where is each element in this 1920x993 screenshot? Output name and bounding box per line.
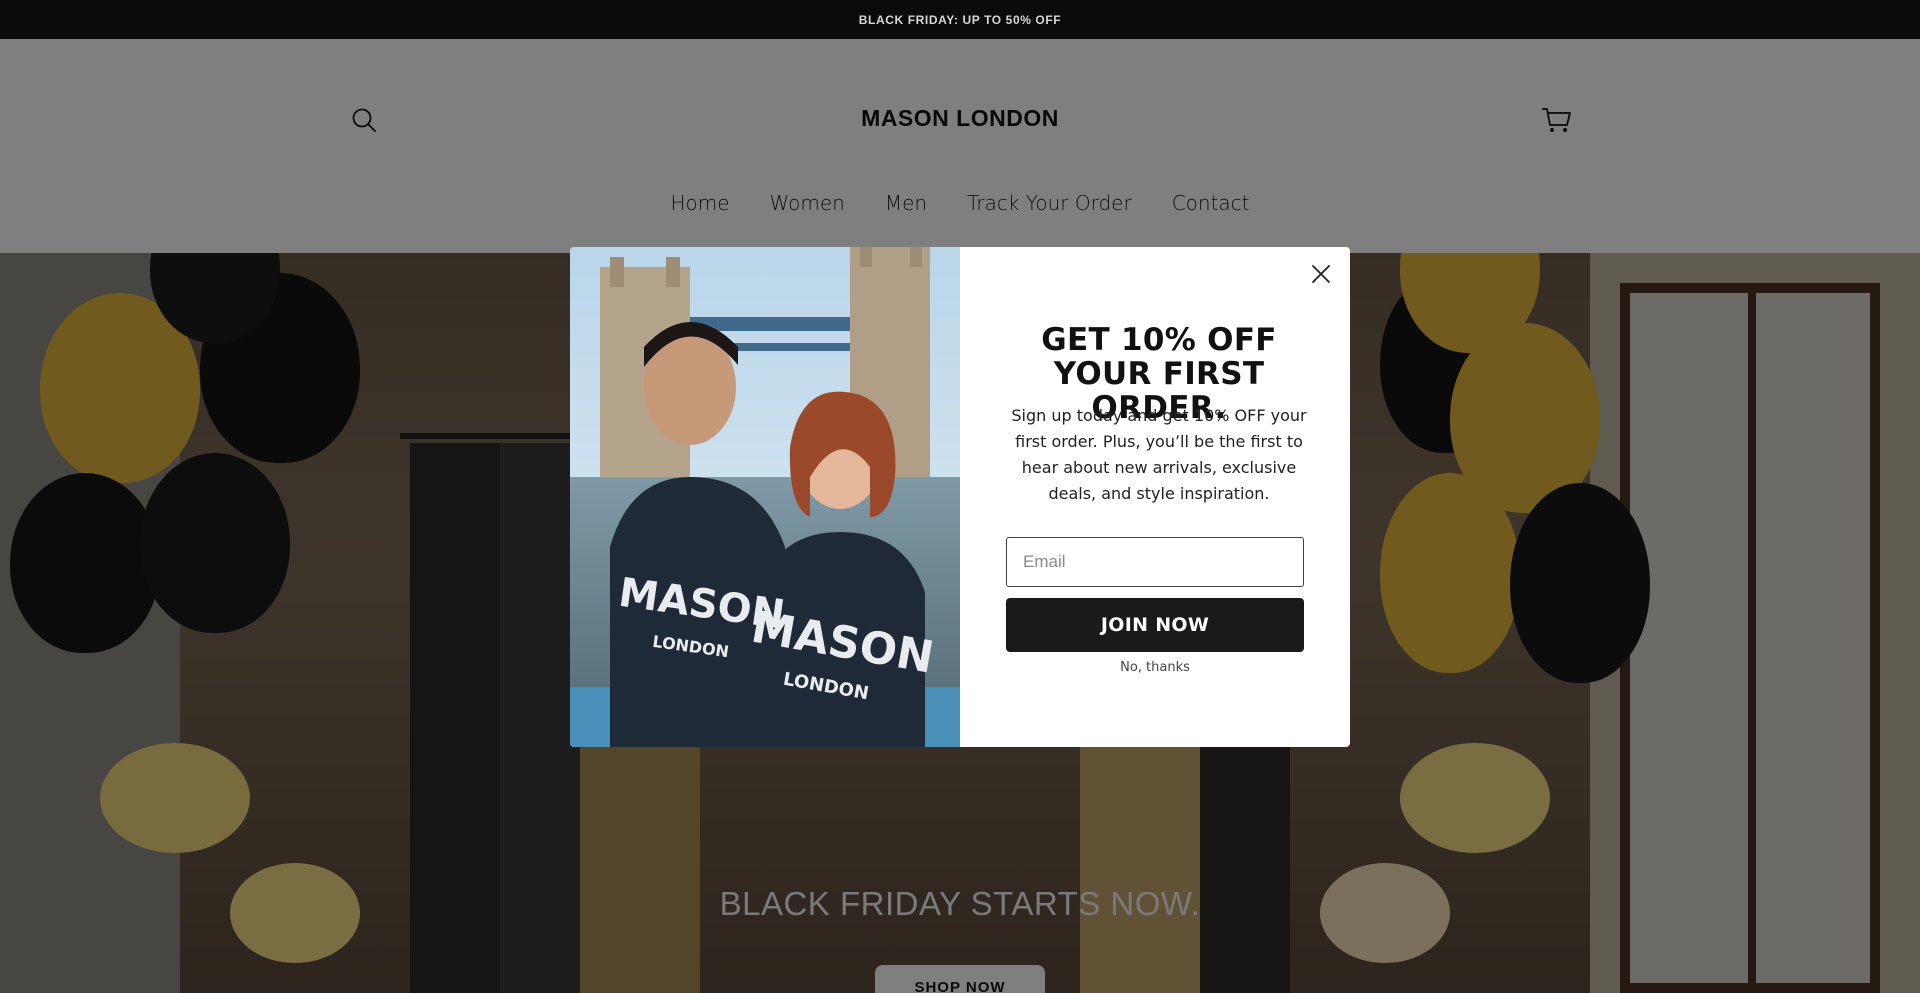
email-field[interactable] — [1006, 537, 1304, 587]
join-now-button[interactable]: JOIN NOW — [1006, 598, 1304, 652]
announcement-text: BLACK FRIDAY: UP TO 50% OFF — [858, 12, 1062, 27]
popup-description: Sign up today and get 10% OFF your first… — [1011, 406, 1307, 503]
newsletter-popup: MASON LONDON MASON LONDON GET 10% OFF YO… — [570, 247, 1350, 747]
announcement-bar: BLACK FRIDAY: UP TO 50% OFF — [0, 0, 1920, 39]
popup-image: MASON LONDON MASON LONDON — [570, 247, 960, 747]
no-thanks-link[interactable]: No, thanks — [1006, 660, 1304, 675]
close-icon[interactable] — [1308, 261, 1334, 287]
popup-content: GET 10% OFF YOUR FIRST ORDER. Sign up to… — [960, 247, 1350, 747]
